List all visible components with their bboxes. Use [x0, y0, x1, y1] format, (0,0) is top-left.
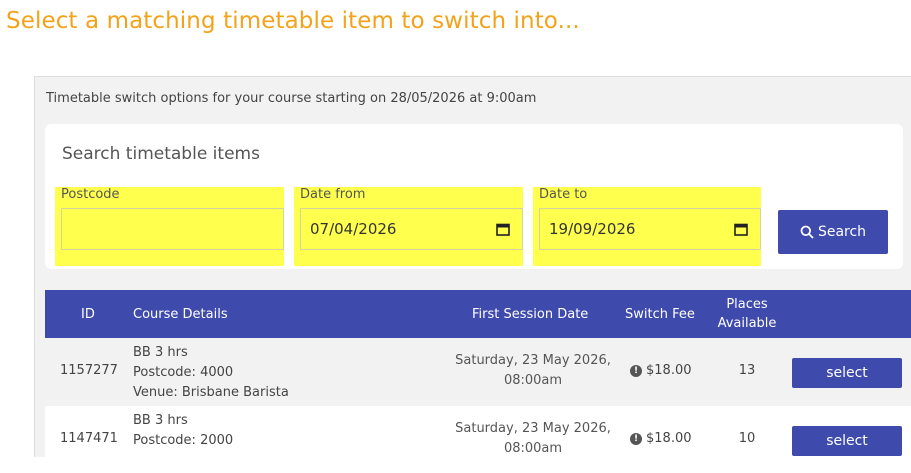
column-header-id[interactable]: ID	[81, 290, 95, 338]
select-button[interactable]: select	[792, 358, 902, 388]
exclamation-circle-icon[interactable]: !	[630, 432, 642, 445]
course-postcode: Postcode: 2000	[133, 433, 234, 448]
column-header-course-details[interactable]: Course Details	[133, 290, 228, 338]
switch-fee: ! $18.00	[630, 363, 692, 378]
row-id: 1157277	[60, 363, 118, 378]
date-to-value: 19/09/2026	[549, 220, 636, 238]
calendar-icon[interactable]	[734, 223, 748, 236]
page-title: Select a matching timetable item to swit…	[6, 8, 580, 34]
postcode-field-group: Postcode	[55, 187, 284, 266]
date-to-label: Date to	[539, 187, 588, 202]
course-postcode: Postcode: 4000	[133, 365, 234, 380]
select-button[interactable]: select	[792, 426, 902, 456]
postcode-input[interactable]	[61, 208, 284, 250]
places-header-line1: Places	[726, 297, 768, 312]
date-line-2: 08:00am	[503, 441, 563, 456]
postcode-label: Postcode	[61, 187, 120, 202]
date-from-value: 07/04/2026	[310, 220, 397, 238]
fee-amount: $18.00	[646, 363, 692, 378]
date-line-2: 08:00am	[503, 373, 563, 388]
search-button[interactable]: Search	[778, 210, 888, 254]
switch-options-panel: Timetable switch options for your course…	[34, 76, 911, 473]
column-header-switch-fee[interactable]: Switch Fee	[625, 290, 695, 338]
date-to-input[interactable]: 19/09/2026	[539, 208, 761, 250]
calendar-icon[interactable]	[496, 223, 510, 236]
date-line-1: Saturday, 23 May 2026,	[455, 421, 611, 436]
course-name: BB 3 hrs	[133, 413, 188, 428]
date-line-1: Saturday, 23 May 2026,	[455, 353, 611, 368]
course-details: BB 3 hrs Postcode: 4000 Venue: Brisbane …	[133, 343, 289, 403]
row-id: 1147471	[60, 431, 118, 446]
column-header-places-available[interactable]: Places Available	[716, 290, 778, 338]
date-from-input[interactable]: 07/04/2026	[300, 208, 523, 250]
switch-fee: ! $18.00	[630, 431, 692, 446]
places-available: 10	[738, 431, 756, 446]
date-from-label: Date from	[300, 187, 366, 202]
switch-intro-text: Timetable switch options for your course…	[46, 91, 537, 106]
search-card-title: Search timetable items	[62, 144, 260, 164]
table-row: 1147471 BB 3 hrs Postcode: 2000 Saturday…	[45, 406, 911, 473]
date-from-field-group: Date from 07/04/2026	[294, 187, 523, 266]
fee-amount: $18.00	[646, 431, 692, 446]
places-header-line2: Available	[717, 316, 777, 331]
column-header-first-session-date[interactable]: First Session Date	[472, 290, 588, 338]
exclamation-circle-icon[interactable]: !	[630, 364, 642, 377]
search-card: Search timetable items Postcode Date fro…	[45, 124, 903, 269]
table-row: 1157277 BB 3 hrs Postcode: 4000 Venue: B…	[45, 338, 911, 405]
search-icon	[800, 225, 814, 239]
date-to-field-group: Date to 19/09/2026	[533, 187, 761, 266]
course-venue: Venue: Brisbane Barista	[133, 385, 289, 400]
search-button-label: Search	[817, 224, 867, 240]
course-details: BB 3 hrs Postcode: 2000	[133, 411, 233, 451]
course-name: BB 3 hrs	[133, 345, 188, 360]
table-header: ID Course Details First Session Date Swi…	[45, 290, 911, 338]
first-session-date: Saturday, 23 May 2026, 08:00am	[445, 351, 621, 391]
first-session-date: Saturday, 23 May 2026, 08:00am	[445, 419, 621, 459]
places-available: 13	[738, 363, 756, 378]
